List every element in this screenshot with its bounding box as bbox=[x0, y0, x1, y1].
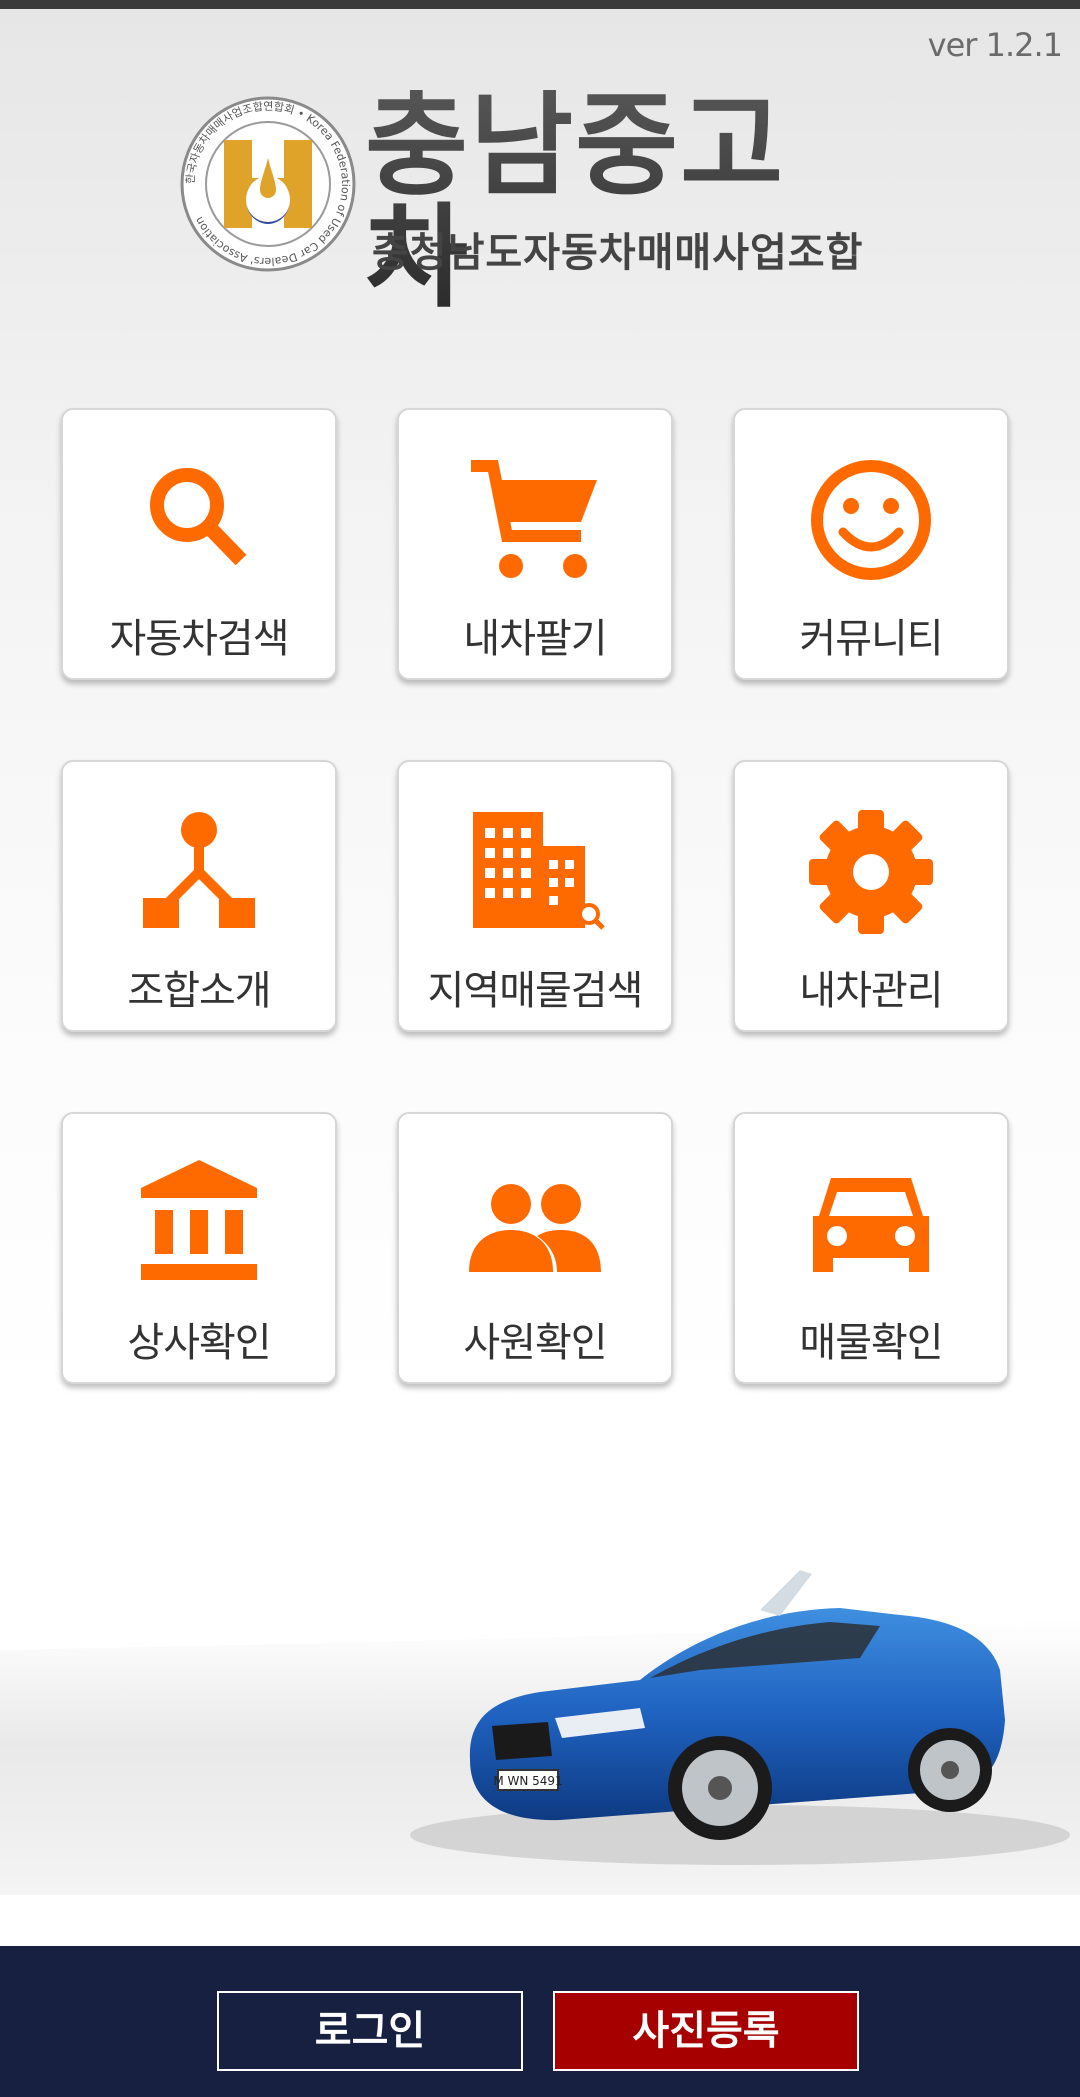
people-icon bbox=[469, 1184, 601, 1272]
menu-employee-check[interactable]: 사원확인 bbox=[397, 1112, 673, 1384]
menu-label: 사원확인 bbox=[463, 1320, 607, 1366]
photo-register-button[interactable]: 사진등록 bbox=[553, 1991, 859, 2071]
building-search-icon bbox=[473, 812, 605, 930]
hero-car-image: M WN 5491 bbox=[0, 1470, 1080, 1895]
menu-label: 상사확인 bbox=[127, 1320, 271, 1366]
menu-label: 매물확인 bbox=[799, 1320, 943, 1366]
brand-subtitle: 충청남도자동차매매사업조합 bbox=[372, 230, 864, 276]
bank-icon bbox=[141, 1160, 257, 1280]
smiley-icon bbox=[811, 460, 931, 580]
car-icon bbox=[813, 1178, 929, 1272]
license-plate: M WN 5491 bbox=[493, 1774, 562, 1788]
brand-title: 충남중고차 bbox=[365, 90, 880, 314]
association-seal-icon: 한국자동차매매사업조합연합회 • Korea Federation of Use… bbox=[180, 96, 356, 272]
menu-car-search[interactable]: 자동차검색 bbox=[61, 408, 337, 680]
menu-community[interactable]: 커뮤니티 bbox=[733, 408, 1009, 680]
menu-label: 내차관리 bbox=[799, 968, 943, 1014]
menu-regional-listing-search[interactable]: 지역매물검색 bbox=[397, 760, 673, 1032]
login-button[interactable]: 로그인 bbox=[217, 1991, 523, 2071]
version-label: ver 1.2.1 bbox=[927, 26, 1063, 64]
menu-listing-check[interactable]: 매물확인 bbox=[733, 1112, 1009, 1384]
menu-sell-car[interactable]: 내차팔기 bbox=[397, 408, 673, 680]
menu-dealer-check[interactable]: 상사확인 bbox=[61, 1112, 337, 1384]
cart-icon bbox=[471, 460, 597, 578]
menu-label: 지역매물검색 bbox=[427, 968, 644, 1014]
menu-association-intro[interactable]: 조합소개 bbox=[61, 760, 337, 1032]
menu-label: 내차팔기 bbox=[463, 616, 607, 662]
menu-label: 커뮤니티 bbox=[799, 616, 943, 662]
menu-my-car-management[interactable]: 내차관리 bbox=[733, 760, 1009, 1032]
logo: 한국자동차매매사업조합연합회 • Korea Federation of Use… bbox=[180, 90, 880, 314]
search-icon bbox=[150, 468, 247, 566]
organization-icon bbox=[143, 812, 255, 928]
footer-bar: 로그인 사진등록 bbox=[0, 1946, 1080, 2097]
gear-icon bbox=[809, 810, 933, 934]
status-bar bbox=[0, 0, 1080, 9]
menu-label: 자동차검색 bbox=[109, 616, 290, 662]
menu-label: 조합소개 bbox=[127, 968, 271, 1014]
